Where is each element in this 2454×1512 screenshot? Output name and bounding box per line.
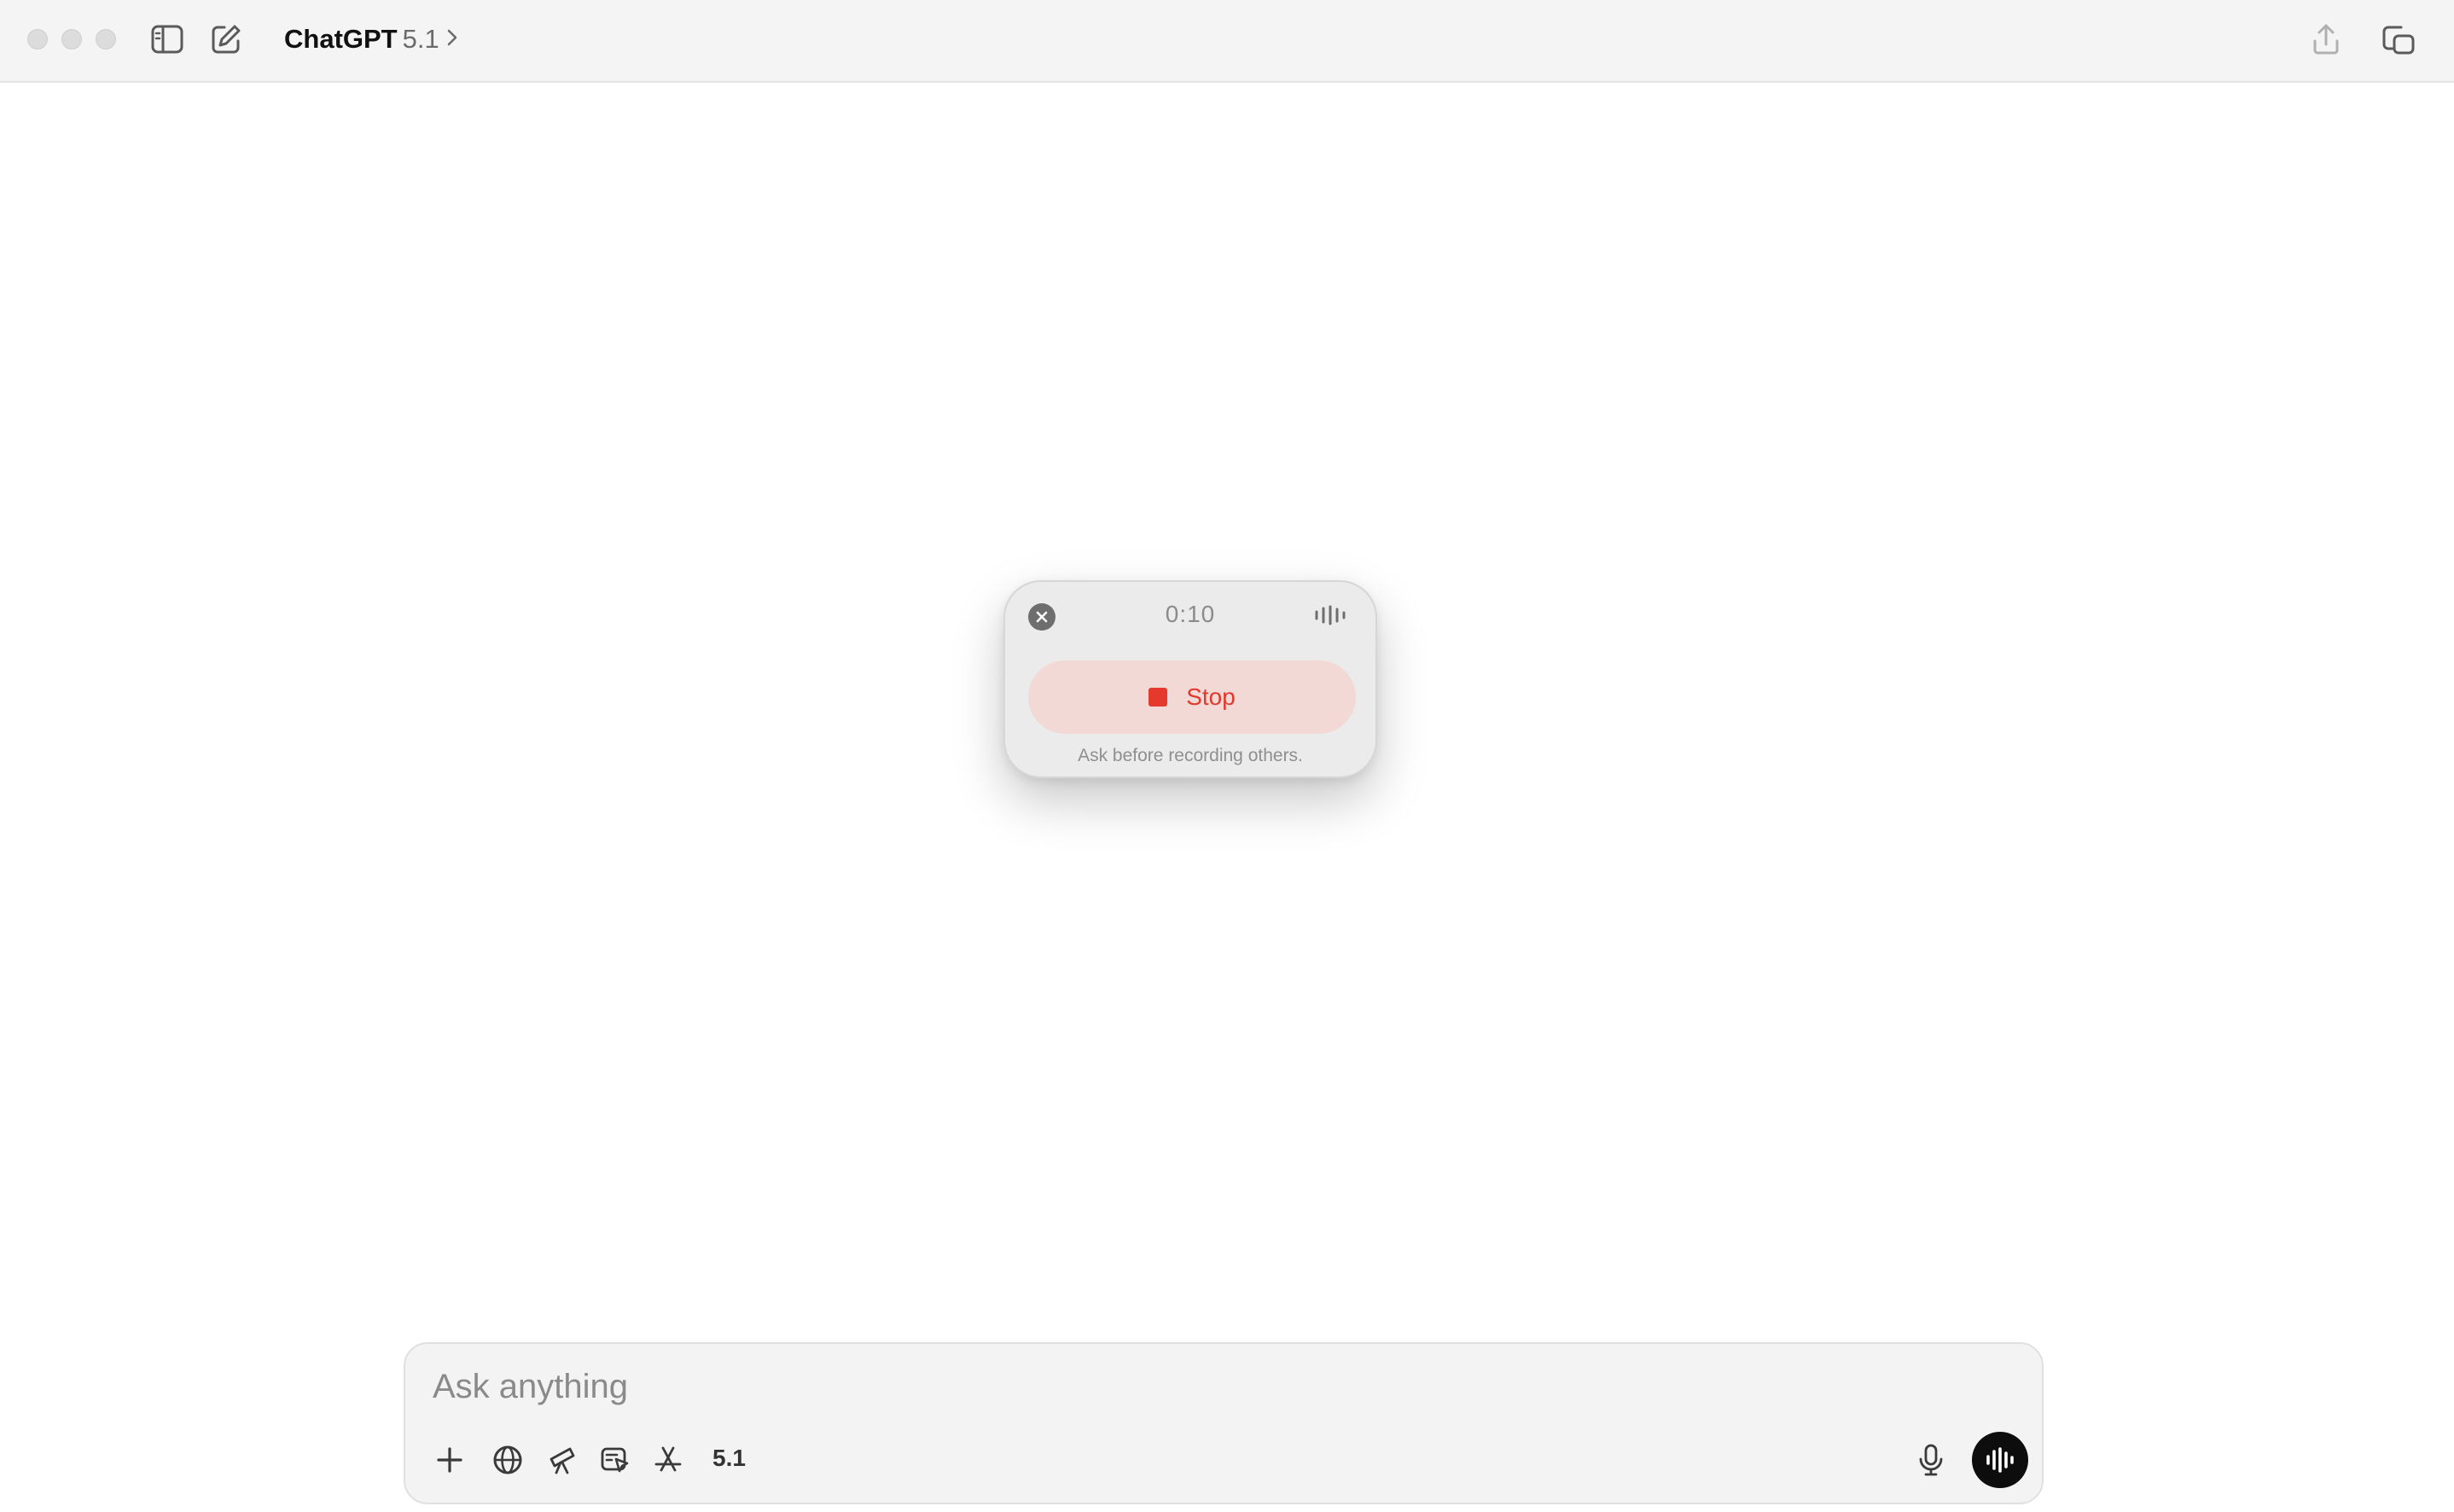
recording-consent-note: Ask before recording others. [1078,746,1303,765]
sidebar-toggle-icon[interactable] [148,20,186,58]
window-close-button[interactable] [27,29,48,49]
app-name: ChatGPT [284,24,398,54]
model-selector[interactable]: ChatGPT 5.1 [284,22,458,56]
chevron-right-icon [446,24,458,55]
model-chip[interactable]: 5.1 [712,1445,746,1472]
canvas-icon[interactable] [595,1439,636,1480]
telescope-icon[interactable] [542,1439,583,1480]
message-input[interactable] [433,1364,1883,1409]
microphone-icon[interactable] [1910,1439,1951,1480]
app-store-icon[interactable] [648,1439,689,1480]
globe-icon[interactable] [487,1439,528,1480]
new-window-icon[interactable] [2380,20,2417,58]
stop-icon [1148,688,1168,707]
voice-mode-button[interactable] [1972,1432,2028,1488]
message-composer: 5.1 [404,1342,2044,1504]
title-bar: ChatGPT 5.1 [0,0,2454,83]
recording-popup: 0:10 Stop Ask before recording others. [1003,580,1377,778]
window-minimize-button[interactable] [61,29,82,49]
stop-recording-button[interactable]: Stop [1028,660,1356,734]
stop-label: Stop [1186,683,1236,710]
plus-icon[interactable] [429,1439,470,1480]
window-maximize-button[interactable] [96,29,116,49]
audio-waveform-icon [1314,604,1348,631]
model-version: 5.1 [402,24,439,54]
voice-waveform-icon [1986,1447,2014,1473]
new-chat-icon[interactable] [207,20,245,58]
share-icon[interactable] [2307,20,2345,58]
